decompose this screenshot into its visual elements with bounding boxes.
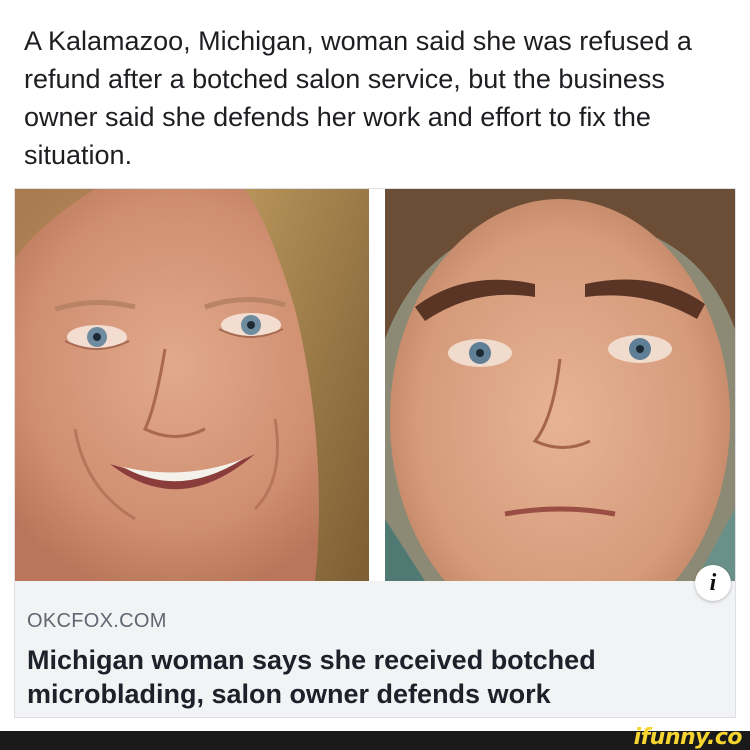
link-headline[interactable]: Michigan woman says she received botched… [27, 643, 717, 711]
before-photo [15, 189, 369, 581]
post-text: A Kalamazoo, Michigan, woman said she wa… [24, 26, 692, 170]
link-meta: OKCFOX.COM Michigan woman says she recei… [27, 609, 717, 711]
link-preview-card[interactable]: i OKCFOX.COM Michigan woman says she rec… [14, 188, 736, 718]
footer-bar: ifunny.co [0, 726, 750, 750]
link-image[interactable] [15, 189, 735, 581]
info-icon[interactable]: i [695, 565, 731, 601]
ifunny-watermark: ifunny.co [633, 725, 743, 750]
after-photo [385, 189, 735, 581]
link-source: OKCFOX.COM [27, 610, 167, 632]
